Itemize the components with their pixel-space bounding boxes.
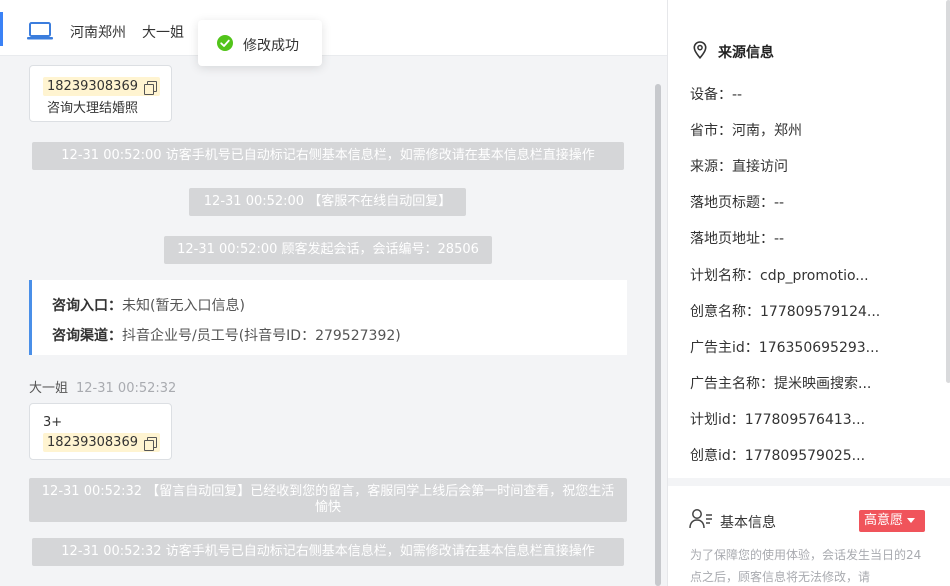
source-field-advertiser-name[interactable]: 广告主名称：提米映画搜索...: [690, 373, 930, 393]
copy-icon[interactable]: [143, 436, 157, 451]
intent-badge-label: 高意愿: [864, 513, 904, 528]
chat-scrollbar[interactable]: [655, 84, 661, 586]
visitor-message-bubble: 18239308369 咨询大理结婚照: [29, 65, 172, 122]
success-toast: 修改成功: [198, 20, 322, 66]
channel-row: 咨询渠道：抖音企业号/员工号(抖音号ID：279527392): [52, 325, 401, 345]
visitor-message-bubble: 3+ 18239308369: [29, 403, 172, 460]
visitor-name: 大一姐: [142, 25, 184, 41]
caret-down-icon: [907, 518, 916, 523]
message-meta: 大一姐 12-31 00:52:32: [29, 377, 176, 396]
toast-message: 修改成功: [243, 38, 299, 54]
source-field-landing-title: 落地页标题：--: [690, 195, 785, 211]
chat-scrollbar-thumb[interactable]: [655, 84, 661, 586]
consultation-info-card: 咨询入口：未知(暂无入口信息) 咨询渠道：抖音企业号/员工号(抖音号ID：279…: [29, 280, 627, 355]
info-scrollbar[interactable]: [946, 0, 950, 383]
chat-panel: 河南郑州 大一姐 修改成功 18239308369 咨询大理结婚照 12-31 …: [0, 0, 667, 586]
source-field-creative-id[interactable]: 创意id：177809579025...: [690, 445, 930, 465]
person-list-icon: [689, 508, 713, 534]
location-pin-icon: [693, 41, 707, 63]
system-message: 12-31 00:52:00 顾客发起会话，会话编号：28506: [164, 236, 492, 264]
active-indicator: [0, 12, 3, 46]
source-field-source: 来源：直接访问: [690, 159, 788, 175]
phone-highlight[interactable]: 18239308369: [43, 433, 160, 452]
edit-notice: 为了保障您的使用体验，会话发生当日的24点之后，顾客信息将无法修改，请: [690, 548, 922, 584]
source-field-creative-name[interactable]: 创意名称：177809579124...: [690, 301, 930, 321]
phone-number: 18239308369: [47, 435, 138, 450]
info-panel: 来源信息 设备：-- 省市：河南，郑州 来源：直接访问 落地页标题：-- 落地页…: [667, 0, 950, 586]
visitor-location: 河南郑州: [70, 25, 126, 41]
entry-label: 咨询入口：: [52, 298, 122, 314]
entry-value: 未知(暂无入口信息): [122, 298, 245, 314]
system-message: 12-31 00:52:32 【留言自动回复】已经收到您的留言，客服同学上线后会…: [29, 478, 627, 522]
source-info-title: 来源信息: [718, 45, 774, 61]
source-field-landing-url: 落地页地址：--: [690, 231, 785, 247]
app: 河南郑州 大一姐 修改成功 18239308369 咨询大理结婚照 12-31 …: [0, 0, 950, 586]
section-divider: [668, 478, 950, 486]
copy-icon[interactable]: [143, 80, 157, 95]
system-message: 12-31 00:52:00 【客服不在线自动回复】: [189, 188, 466, 216]
basic-info-title: 基本信息: [720, 515, 776, 531]
source-field-plan-id[interactable]: 计划id：177809576413...: [690, 409, 930, 429]
check-circle-icon: [217, 35, 233, 51]
system-message: 12-31 00:52:00 访客手机号已自动标记右侧基本信息栏，如需修改请在基…: [32, 142, 624, 170]
channel-value: 抖音企业号/员工号(抖音号ID：279527392): [122, 328, 401, 344]
phone-number: 18239308369: [47, 79, 138, 94]
laptop-icon: [27, 21, 53, 45]
intent-dropdown[interactable]: 高意愿: [859, 510, 925, 532]
entry-row: 咨询入口：未知(暂无入口信息): [52, 295, 245, 315]
sender-name: 大一姐: [29, 381, 69, 396]
source-field-device: 设备：--: [690, 87, 743, 103]
message-text: 咨询大理结婚照: [47, 101, 139, 116]
chat-header: 河南郑州 大一姐: [0, 0, 667, 56]
channel-label: 咨询渠道：: [52, 328, 122, 344]
message-text: 3+: [43, 415, 63, 430]
source-field-advertiser-id[interactable]: 广告主id：176350695293...: [690, 337, 930, 357]
system-message: 12-31 00:52:32 访客手机号已自动标记右侧基本信息栏，如需修改请在基…: [32, 538, 624, 566]
source-field-plan-name[interactable]: 计划名称：cdp_promotio...: [690, 265, 930, 285]
message-time: 12-31 00:52:32: [76, 381, 177, 396]
phone-highlight[interactable]: 18239308369: [43, 77, 160, 96]
source-field-province: 省市：河南，郑州: [690, 123, 802, 139]
